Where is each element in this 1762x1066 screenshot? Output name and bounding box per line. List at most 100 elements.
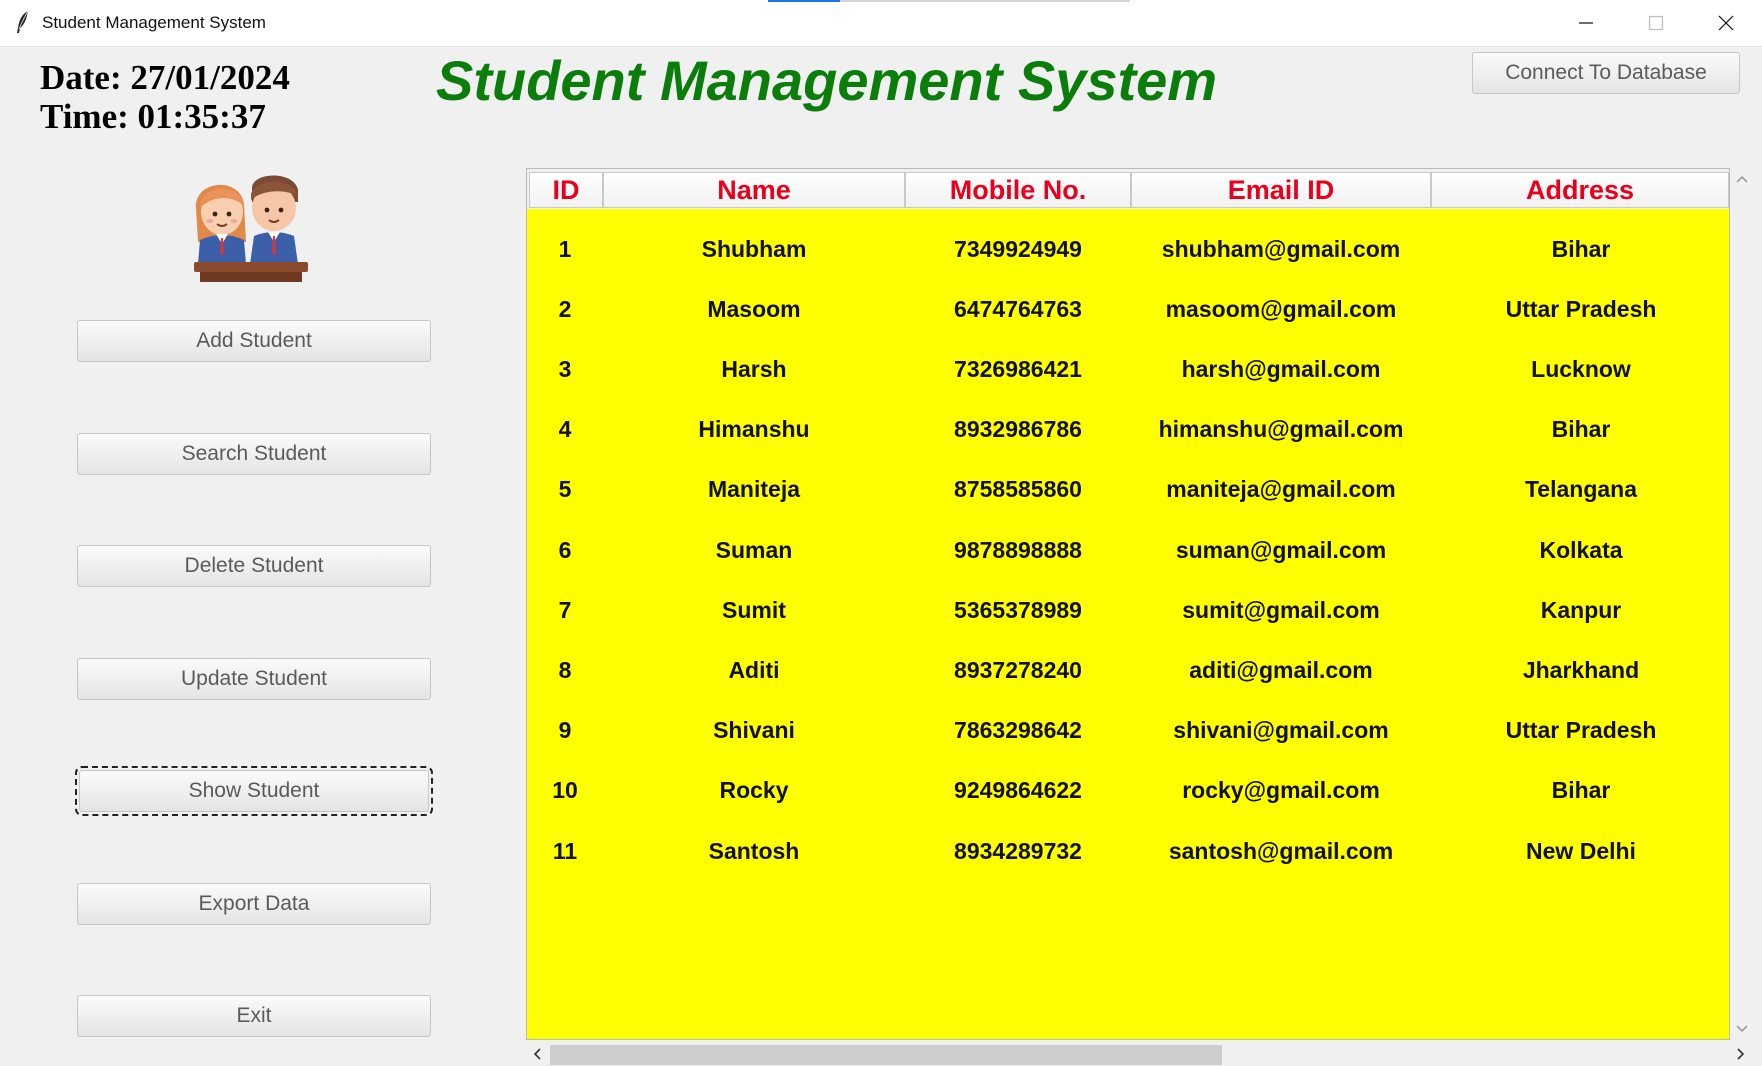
cell-name: Shubham bbox=[701, 235, 807, 262]
delete-student-button[interactable]: Delete Student bbox=[77, 545, 431, 587]
cell-mobile: 6474764763 bbox=[954, 295, 1082, 322]
clock-panel: Date: 27/01/2024 Time: 01:35:37 bbox=[40, 58, 290, 136]
table-row[interactable]: 7 Sumit 5365378989 sumit@gmail.com Kanpur bbox=[527, 580, 1729, 640]
title-bar: Student Management System bbox=[0, 0, 1762, 47]
cell-name: Sumit bbox=[722, 596, 786, 623]
title-line bbox=[840, 0, 1130, 2]
page-title: Student Management System bbox=[436, 49, 1218, 112]
cell-mobile: 8934289732 bbox=[954, 837, 1082, 864]
horizontal-scrollbar[interactable] bbox=[526, 1042, 1754, 1066]
cell-id: 7 bbox=[558, 596, 572, 623]
cell-mobile: 8937278240 bbox=[954, 656, 1082, 683]
column-header-mobile[interactable]: Mobile No. bbox=[905, 172, 1131, 208]
scroll-right-icon[interactable] bbox=[1736, 1048, 1746, 1060]
cell-id: 5 bbox=[558, 476, 572, 503]
table-row[interactable]: 9 Shivani 7863298642 shivani@gmail.com Uttar… bbox=[527, 701, 1729, 761]
cell-mobile: 7349924949 bbox=[954, 235, 1082, 262]
table-row[interactable]: 11 Santosh 8934289732 santosh@gmail.com New … bbox=[527, 821, 1729, 881]
close-icon bbox=[1718, 15, 1734, 31]
add-student-button[interactable]: Add Student bbox=[77, 320, 431, 362]
feather-icon bbox=[17, 10, 29, 33]
cell-address: Uttar Pradesh bbox=[1505, 295, 1657, 322]
cell-id: 4 bbox=[558, 416, 572, 443]
cell-id: 9 bbox=[558, 717, 572, 744]
time-label: Time: 01:35:37 bbox=[40, 97, 266, 136]
exit-button[interactable]: Exit bbox=[77, 995, 431, 1037]
table-row[interactable]: 8 Aditi 8937278240 aditi@gmail.com Jharkhand bbox=[527, 640, 1729, 700]
cell-mobile: 9249864622 bbox=[954, 777, 1082, 804]
cell-mobile: 7863298642 bbox=[954, 717, 1082, 744]
maximize-button[interactable] bbox=[1622, 0, 1690, 46]
cell-email: suman@gmail.com bbox=[1175, 536, 1387, 563]
cell-address: Lucknow bbox=[1531, 355, 1631, 382]
student-table[interactable]: ID Name Mobile No. Email ID Address 1 Shu… bbox=[526, 168, 1730, 1040]
cell-id: 8 bbox=[558, 656, 572, 683]
scroll-left-icon[interactable] bbox=[532, 1048, 542, 1060]
cell-email: himanshu@gmail.com bbox=[1158, 416, 1404, 443]
cell-email: shivani@gmail.com bbox=[1173, 717, 1389, 744]
cell-address: Telangana bbox=[1524, 476, 1638, 503]
window-title: Student Management System bbox=[42, 13, 266, 32]
cell-id: 10 bbox=[552, 777, 578, 804]
column-header-id[interactable]: ID bbox=[529, 172, 603, 208]
cell-address: Jharkhand bbox=[1522, 656, 1640, 683]
connect-database-button[interactable]: Connect To Database bbox=[1472, 52, 1740, 94]
cell-mobile: 9878898888 bbox=[954, 536, 1082, 563]
horizontal-scroll-thumb[interactable] bbox=[550, 1045, 1222, 1065]
cell-email: harsh@gmail.com bbox=[1181, 355, 1381, 382]
cell-email: shubham@gmail.com bbox=[1161, 235, 1401, 262]
table-row[interactable]: 3 Harsh 7326986421 harsh@gmail.com Lucknow bbox=[527, 339, 1729, 399]
cell-address: Kanpur bbox=[1540, 596, 1622, 623]
cell-email: maniteja@gmail.com bbox=[1166, 476, 1396, 503]
scroll-up-icon[interactable] bbox=[1736, 174, 1748, 184]
cell-address: Bihar bbox=[1551, 416, 1611, 443]
minimize-icon bbox=[1579, 22, 1593, 24]
scroll-down-icon[interactable] bbox=[1736, 1024, 1748, 1034]
cell-email: aditi@gmail.com bbox=[1189, 656, 1373, 683]
cell-email: rocky@gmail.com bbox=[1182, 777, 1380, 804]
cell-mobile: 7326986421 bbox=[954, 355, 1082, 382]
cell-id: 1 bbox=[558, 235, 572, 262]
cell-mobile: 8758585860 bbox=[954, 476, 1082, 503]
cell-name: Shivani bbox=[713, 717, 795, 744]
cell-name: Aditi bbox=[728, 656, 780, 683]
export-data-button[interactable]: Export Data bbox=[77, 883, 431, 925]
cell-name: Rocky bbox=[719, 777, 789, 804]
show-student-button[interactable]: Show Student bbox=[75, 766, 433, 816]
cell-address: Kolkata bbox=[1539, 536, 1623, 563]
cell-email: masoom@gmail.com bbox=[1165, 295, 1397, 322]
cell-email: sumit@gmail.com bbox=[1182, 596, 1380, 623]
cell-mobile: 8932986786 bbox=[954, 416, 1082, 443]
cell-email: santosh@gmail.com bbox=[1168, 837, 1394, 864]
date-label: Date: 27/01/2024 bbox=[40, 58, 290, 97]
cell-id: 2 bbox=[558, 295, 572, 322]
title-accent bbox=[768, 0, 840, 2]
cell-id: 3 bbox=[558, 355, 572, 382]
minimize-button[interactable] bbox=[1552, 0, 1620, 46]
vertical-scrollbar[interactable] bbox=[1730, 168, 1754, 1040]
cell-id: 6 bbox=[558, 536, 572, 563]
close-button[interactable] bbox=[1692, 0, 1760, 46]
cell-address: Bihar bbox=[1551, 777, 1611, 804]
cell-address: Uttar Pradesh bbox=[1505, 717, 1657, 744]
table-row[interactable]: 1 Shubham 7349924949 shubham@gmail.com Bihar bbox=[527, 219, 1729, 279]
update-student-button[interactable]: Update Student bbox=[77, 658, 431, 700]
table-row[interactable]: 6 Suman 9878898888 suman@gmail.com Kolkata bbox=[527, 520, 1729, 580]
cell-name: Masoom bbox=[707, 295, 801, 322]
table-header: ID Name Mobile No. Email ID Address bbox=[527, 169, 1729, 209]
table-row[interactable]: 10 Rocky 9249864622 rocky@gmail.com Bihar bbox=[527, 761, 1729, 821]
cell-id: 11 bbox=[552, 837, 578, 864]
cell-name: Maniteja bbox=[707, 476, 801, 503]
cell-name: Santosh bbox=[708, 837, 800, 864]
column-header-email[interactable]: Email ID bbox=[1131, 172, 1431, 208]
cell-mobile: 5365378989 bbox=[954, 596, 1082, 623]
cell-name: Himanshu bbox=[698, 416, 810, 443]
cell-name: Suman bbox=[715, 536, 793, 563]
table-row[interactable]: 2 Masoom 6474764763 masoom@gmail.com Uttar P… bbox=[527, 279, 1729, 339]
table-row[interactable]: 4 Himanshu 8932986786 himanshu@gmail.com Bih… bbox=[527, 400, 1729, 460]
column-header-address[interactable]: Address bbox=[1431, 172, 1729, 208]
column-header-name[interactable]: Name bbox=[603, 172, 905, 208]
table-row[interactable]: 5 Maniteja 8758585860 maniteja@gmail.com Tel… bbox=[527, 460, 1729, 520]
cell-address: Bihar bbox=[1551, 235, 1611, 262]
search-student-button[interactable]: Search Student bbox=[77, 433, 431, 475]
